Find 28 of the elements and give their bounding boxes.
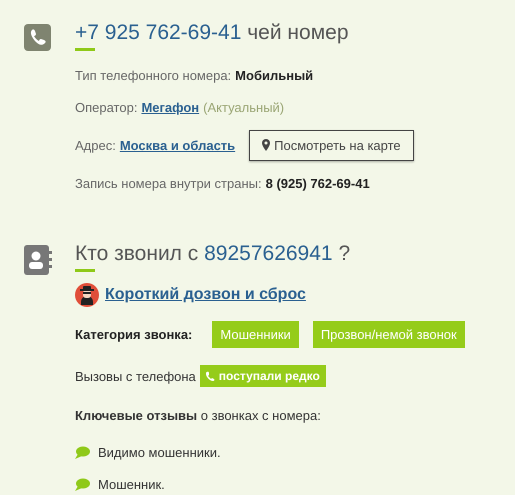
reviews-heading: Ключевые отзывы о звонках с номера:: [75, 408, 321, 422]
contact-book-icon: [24, 245, 52, 275]
map-button[interactable]: Посмотреть на карте: [249, 130, 414, 160]
spy-avatar-icon: [75, 283, 99, 307]
phone-icon: [206, 371, 215, 381]
frequency-badge: поступали редко: [200, 365, 326, 387]
field-label: Тип телефонного номера:: [75, 68, 232, 82]
category-tag: Прозвон/немой звонок: [312, 320, 465, 348]
field-label: Адрес:: [75, 138, 116, 152]
category-tag: Мошенники: [212, 320, 299, 348]
speech-bubble-icon: [75, 446, 90, 458]
field-label: Запись номера внутри страны:: [75, 176, 262, 190]
category-label: Категория звонка:: [75, 326, 192, 342]
section-title: +7 925 762-69-41 чей номер: [75, 20, 350, 46]
field-value: 8 (925) 762-69-41: [266, 176, 370, 190]
verdict-link[interactable]: Короткий дозвон и сброс: [105, 286, 306, 304]
operator-link[interactable]: Мегафон: [141, 100, 200, 114]
speech-bubble-icon: [75, 478, 90, 490]
map-pin-icon: [262, 139, 270, 151]
region-link[interactable]: Москва и область: [120, 138, 236, 152]
field-value: Мобильный: [235, 68, 314, 82]
field-label: Оператор:: [75, 100, 138, 114]
review-text: Видимо мошенники.: [98, 444, 221, 460]
phone-icon: [24, 24, 51, 51]
section-title: Кто звонил с 89257626941 ?: [75, 241, 352, 267]
review-text: Мошенник.: [98, 476, 165, 492]
calls-label: Вызовы с телефона: [75, 368, 196, 384]
status-note: (Актуальный): [203, 100, 284, 114]
